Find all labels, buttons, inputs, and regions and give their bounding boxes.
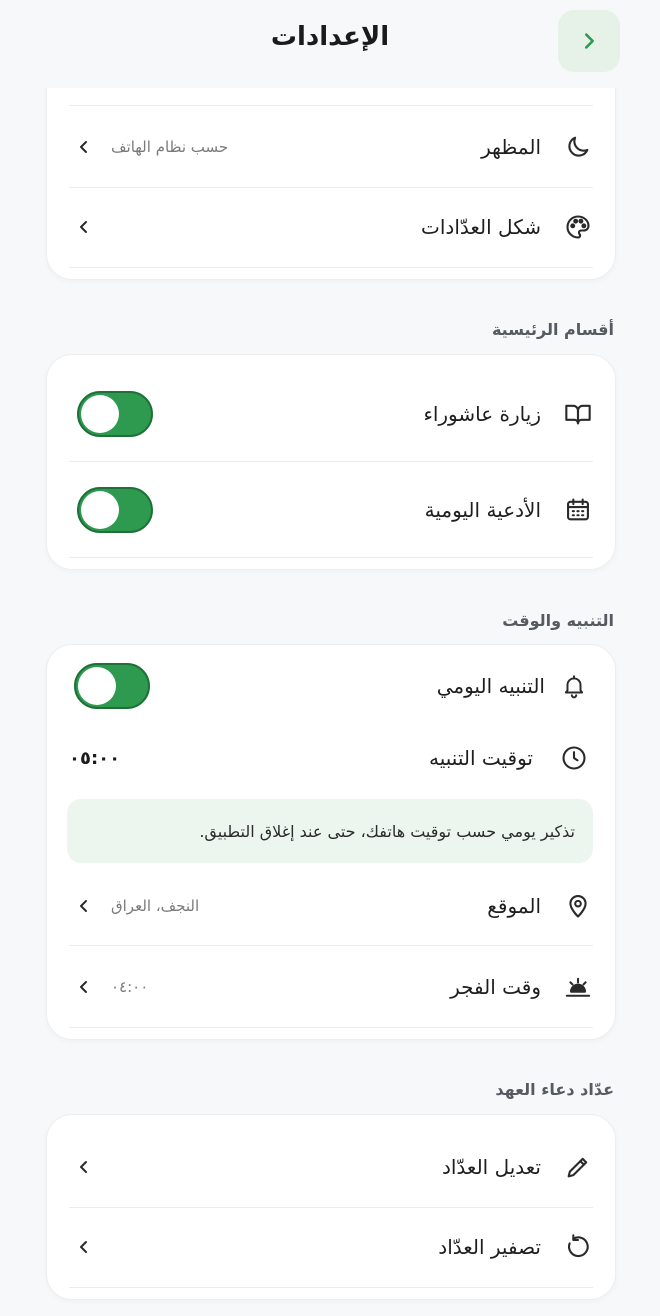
chevron-left-icon — [77, 220, 91, 234]
daily-alert-row: التنبيه اليومي — [69, 653, 593, 719]
ashura-label: زيارة عاشوراء — [423, 402, 541, 426]
toggle-knob — [81, 491, 119, 529]
reset-counter-row[interactable]: تصفير العدّاد — [69, 1207, 593, 1288]
palette-icon — [563, 212, 593, 242]
book-open-icon — [563, 399, 593, 429]
daily-duas-row: الأدعية اليومية — [69, 463, 593, 558]
location-value: النجف، العراق — [111, 897, 200, 915]
chevron-left-icon — [77, 1240, 91, 1254]
pencil-icon — [563, 1152, 593, 1182]
fajr-label: وقت الفجر — [450, 975, 541, 999]
fajr-row[interactable]: وقت الفجر ٠٤:٠٠ — [69, 947, 593, 1028]
counter-card: تعديل العدّاد تصفير العدّاد — [46, 1114, 616, 1300]
ashura-row: زيارة عاشوراء — [69, 367, 593, 462]
alert-time-label: توقيت التنبيه — [428, 746, 533, 770]
toggle-knob — [81, 395, 119, 433]
chevron-right-icon — [578, 30, 600, 52]
location-label: الموقع — [487, 894, 541, 918]
appearance-row[interactable]: المظهر حسب نظام الهاتف — [69, 107, 593, 188]
chevron-left-icon — [77, 899, 91, 913]
back-button[interactable] — [558, 10, 620, 72]
chevron-left-icon — [77, 1160, 91, 1174]
calendar-icon — [563, 495, 593, 525]
ashura-toggle[interactable] — [77, 391, 153, 437]
bell-icon — [559, 671, 589, 701]
alert-time-value: ٠٥:٠٠ — [69, 747, 121, 769]
location-row[interactable]: الموقع النجف، العراق — [69, 867, 593, 946]
alerts-card: التنبيه اليومي توقيت التنبيه ٠٥:٠٠ تذكير… — [46, 644, 616, 1040]
reset-icon — [563, 1232, 593, 1262]
moon-icon — [563, 132, 593, 162]
edit-counter-label: تعديل العدّاد — [441, 1155, 541, 1179]
fajr-value: ٠٤:٠٠ — [111, 978, 149, 996]
counter-title: عدّاد دعاء العهد — [495, 1080, 614, 1099]
sunrise-icon — [563, 972, 593, 1002]
counter-style-row[interactable]: شكل العدّادات — [69, 187, 593, 268]
appearance-value: حسب نظام الهاتف — [111, 138, 229, 156]
main-sections-title: أقسام الرئيسية — [491, 320, 614, 339]
daily-duas-label: الأدعية اليومية — [424, 498, 541, 522]
alert-time-row[interactable]: توقيت التنبيه ٠٥:٠٠ — [69, 725, 593, 791]
toggle-knob — [78, 667, 116, 705]
chevron-left-icon — [77, 980, 91, 994]
alert-info-box: تذكير يومي حسب توقيت هاتفك، حتى عند إغلا… — [67, 799, 593, 863]
clock-icon — [559, 743, 589, 773]
app-header: الإعدادات — [0, 0, 660, 88]
main-sections-card: زيارة عاشوراء الأدعية اليومية — [46, 354, 616, 570]
daily-alert-toggle[interactable] — [74, 663, 150, 709]
chevron-left-icon — [77, 140, 91, 154]
reset-counter-label: تصفير العدّاد — [438, 1235, 541, 1259]
alert-info-text: تذكير يومي حسب توقيت هاتفك، حتى عند إغلا… — [199, 821, 575, 841]
daily-alert-label: التنبيه اليومي — [436, 674, 545, 698]
map-pin-icon — [563, 891, 593, 921]
appearance-label: المظهر — [481, 135, 541, 159]
counter-style-label: شكل العدّادات — [421, 215, 541, 239]
edit-counter-row[interactable]: تعديل العدّاد — [69, 1127, 593, 1208]
alerts-title: التنبيه والوقت — [502, 611, 614, 630]
daily-duas-toggle[interactable] — [77, 487, 153, 533]
